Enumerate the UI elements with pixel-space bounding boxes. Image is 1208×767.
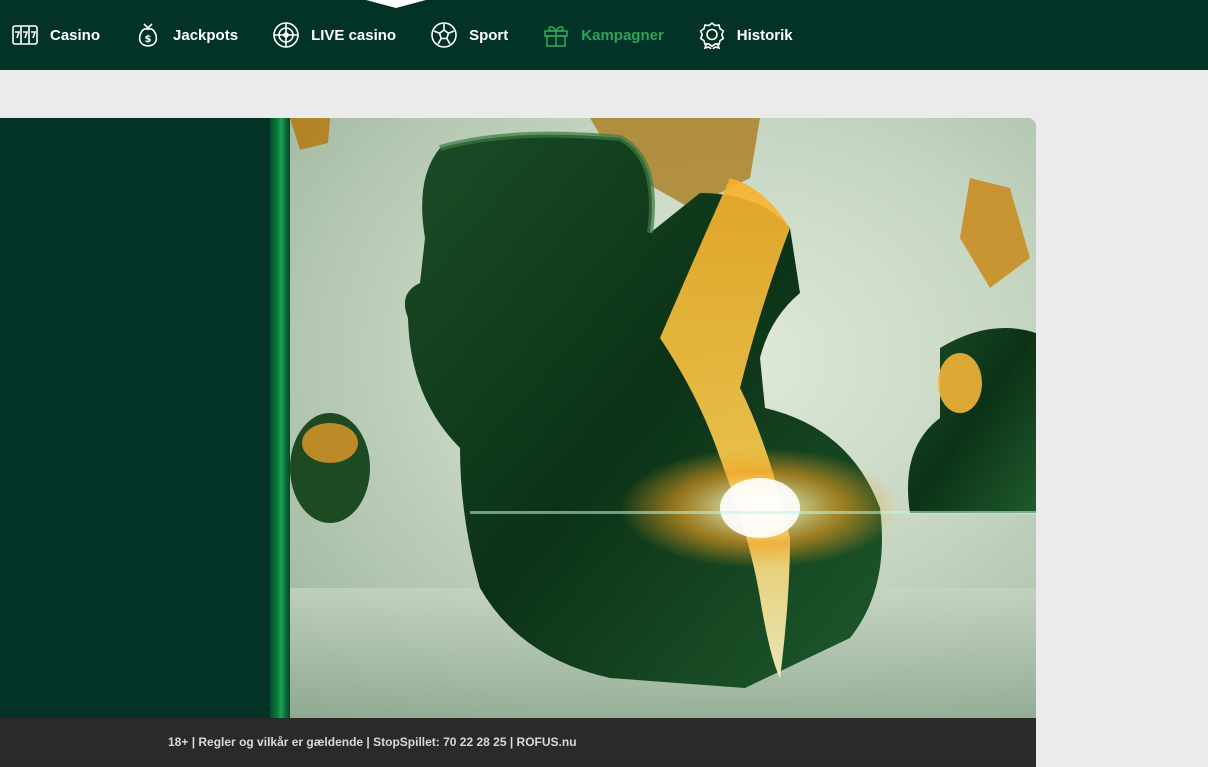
nav-item-label: Sport (469, 26, 509, 44)
nav-item-label: LIVE casino (311, 26, 397, 44)
nav-item-label: Casino (50, 26, 101, 44)
nav-item-kampagner[interactable]: Kampagner (541, 18, 664, 52)
gift-icon (541, 20, 571, 50)
nav-item-casino[interactable]: Casino (10, 18, 100, 52)
slot-machine-icon (10, 20, 40, 50)
promo-divider-strip (270, 118, 290, 718)
promo-hero-image (290, 118, 1036, 718)
top-navigation: Casino $ Jackpots LIVE casino Sport Kamp… (0, 0, 1208, 70)
nav-item-live-casino[interactable]: LIVE casino (271, 18, 396, 52)
nav-menu: Casino $ Jackpots LIVE casino Sport Kamp… (10, 18, 826, 52)
svg-text:$: $ (145, 34, 152, 45)
promo-text-panel (0, 118, 270, 718)
money-bag-icon: $ (133, 20, 163, 50)
nav-indicator-notch (366, 0, 426, 8)
responsible-gaming-footer: 18+ | Regler og vilkår er gældende | Sto… (0, 718, 1036, 767)
nav-item-label: Jackpots (173, 26, 239, 44)
nav-item-label: Kampagner (581, 26, 664, 44)
promotion-banner[interactable] (0, 118, 1036, 718)
footer-disclaimer: 18+ | Regler og vilkår er gældende | Sto… (168, 735, 577, 749)
nav-item-sport[interactable]: Sport (429, 18, 508, 52)
roulette-wheel-icon (271, 20, 301, 50)
promo-artwork (290, 118, 1036, 718)
nav-item-historik[interactable]: Historik (697, 18, 793, 52)
nav-item-jackpots[interactable]: $ Jackpots (133, 18, 238, 52)
soccer-ball-icon (429, 20, 459, 50)
nav-item-label: Historik (736, 26, 793, 44)
award-badge-icon (697, 20, 727, 50)
